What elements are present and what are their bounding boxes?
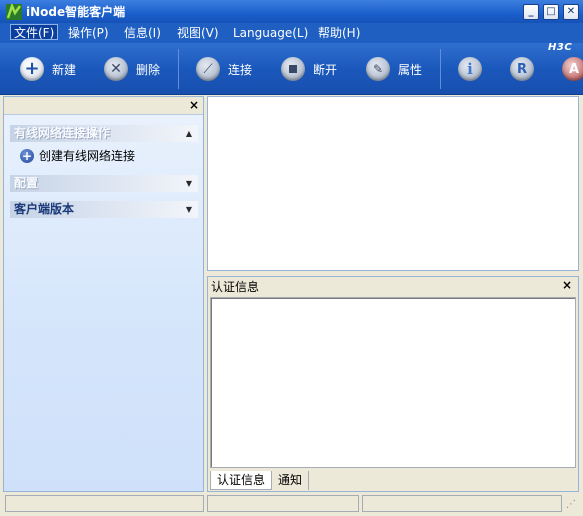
toolbar-separator [440, 49, 441, 89]
section-config[interactable]: 配置 ▼ [10, 175, 198, 192]
a-button[interactable]: A [562, 53, 583, 85]
left-panel-header: × [4, 97, 203, 115]
left-task-panel: × 有线网络连接操作 ▲ + 创建有线网络连接 配置 ▼ 客户端版本 ▼ [3, 96, 204, 492]
info-icon: i [458, 57, 482, 81]
info-button[interactable]: i [458, 53, 482, 85]
plus-icon: + [20, 148, 34, 163]
maximize-icon: □ [546, 6, 556, 17]
create-wired-connection-label: 创建有线网络连接 [39, 149, 136, 163]
collapse-arrow-icon[interactable]: ▲ [186, 125, 192, 142]
connection-list-panel[interactable] [207, 96, 579, 271]
status-cell-2 [207, 495, 359, 512]
connect-button[interactable]: ⟋ 连接 [196, 53, 252, 85]
delete-label: 删除 [136, 62, 161, 77]
expand-arrow-icon[interactable]: ▼ [186, 201, 192, 218]
disconnect-label: 断开 [313, 62, 338, 77]
connect-icon: ⟋ [196, 57, 220, 81]
minimize-icon: _ [528, 6, 534, 17]
minimize-button[interactable]: _ [523, 4, 539, 20]
auth-info-textarea[interactable] [210, 297, 576, 468]
new-button[interactable]: + 新建 [20, 53, 76, 85]
window-title: iNode智能客户端 [26, 5, 126, 19]
create-wired-connection-link[interactable]: + 创建有线网络连接 [20, 147, 135, 164]
a-icon: A [562, 57, 583, 81]
status-cell-3 [362, 495, 562, 512]
title-bar[interactable]: iNode智能客户端 _ □ ✕ [0, 0, 583, 23]
toolbar-separator [178, 49, 179, 89]
delete-x-icon: ✕ [104, 57, 128, 81]
menu-bar: 文件(F) 操作(P) 信息(I) 视图(V) Language(L) 帮助(H… [0, 23, 583, 43]
wrench-icon: ✎ [366, 57, 390, 81]
close-auth-panel-icon[interactable]: × [562, 278, 572, 292]
tab-notification[interactable]: 通知 [272, 471, 310, 490]
stop-icon [281, 57, 305, 81]
properties-button[interactable]: ✎ 属性 [366, 53, 422, 85]
toolbar: + 新建 ✕ 删除 ⟋ 连接 断开 ✎ 属性 i R A [0, 43, 583, 95]
inode-app-icon [6, 4, 22, 20]
close-icon: ✕ [566, 6, 576, 17]
menu-help[interactable]: 帮助(H) [315, 25, 363, 41]
maximize-button[interactable]: □ [543, 4, 559, 20]
plus-icon: + [20, 57, 44, 81]
menu-file[interactable]: 文件(F) [10, 24, 59, 40]
delete-button[interactable]: ✕ 删除 [104, 53, 160, 85]
disconnect-button[interactable]: 断开 [281, 53, 337, 85]
auth-info-panel: 认证信息 × 认证信息 通知 [207, 276, 579, 492]
tab-auth-info[interactable]: 认证信息 [210, 471, 273, 490]
register-button[interactable]: R [510, 53, 534, 85]
section-wired-operations[interactable]: 有线网络连接操作 ▲ [10, 125, 198, 142]
section-client-version[interactable]: 客户端版本 ▼ [10, 201, 198, 218]
section-title: 有线网络连接操作 [14, 126, 111, 140]
status-cell-1 [5, 495, 204, 512]
menu-operation[interactable]: 操作(P) [65, 25, 112, 41]
connect-label: 连接 [228, 62, 253, 77]
menu-view[interactable]: 视图(V) [174, 25, 222, 41]
expand-arrow-icon[interactable]: ▼ [186, 175, 192, 192]
menu-info[interactable]: 信息(I) [121, 25, 164, 41]
auth-panel-title: 认证信息 [211, 280, 260, 294]
close-window-button[interactable]: ✕ [563, 4, 579, 20]
r-icon: R [510, 57, 534, 81]
h3c-logo: H3C [548, 42, 573, 53]
section-title: 配置 [14, 176, 39, 190]
new-label: 新建 [52, 62, 77, 77]
close-panel-icon[interactable]: × [189, 98, 199, 112]
menu-language[interactable]: Language(L) [230, 25, 311, 41]
section-title: 客户端版本 [14, 202, 75, 216]
properties-label: 属性 [398, 62, 423, 77]
resize-grip-icon[interactable]: ⋰ [566, 498, 579, 511]
